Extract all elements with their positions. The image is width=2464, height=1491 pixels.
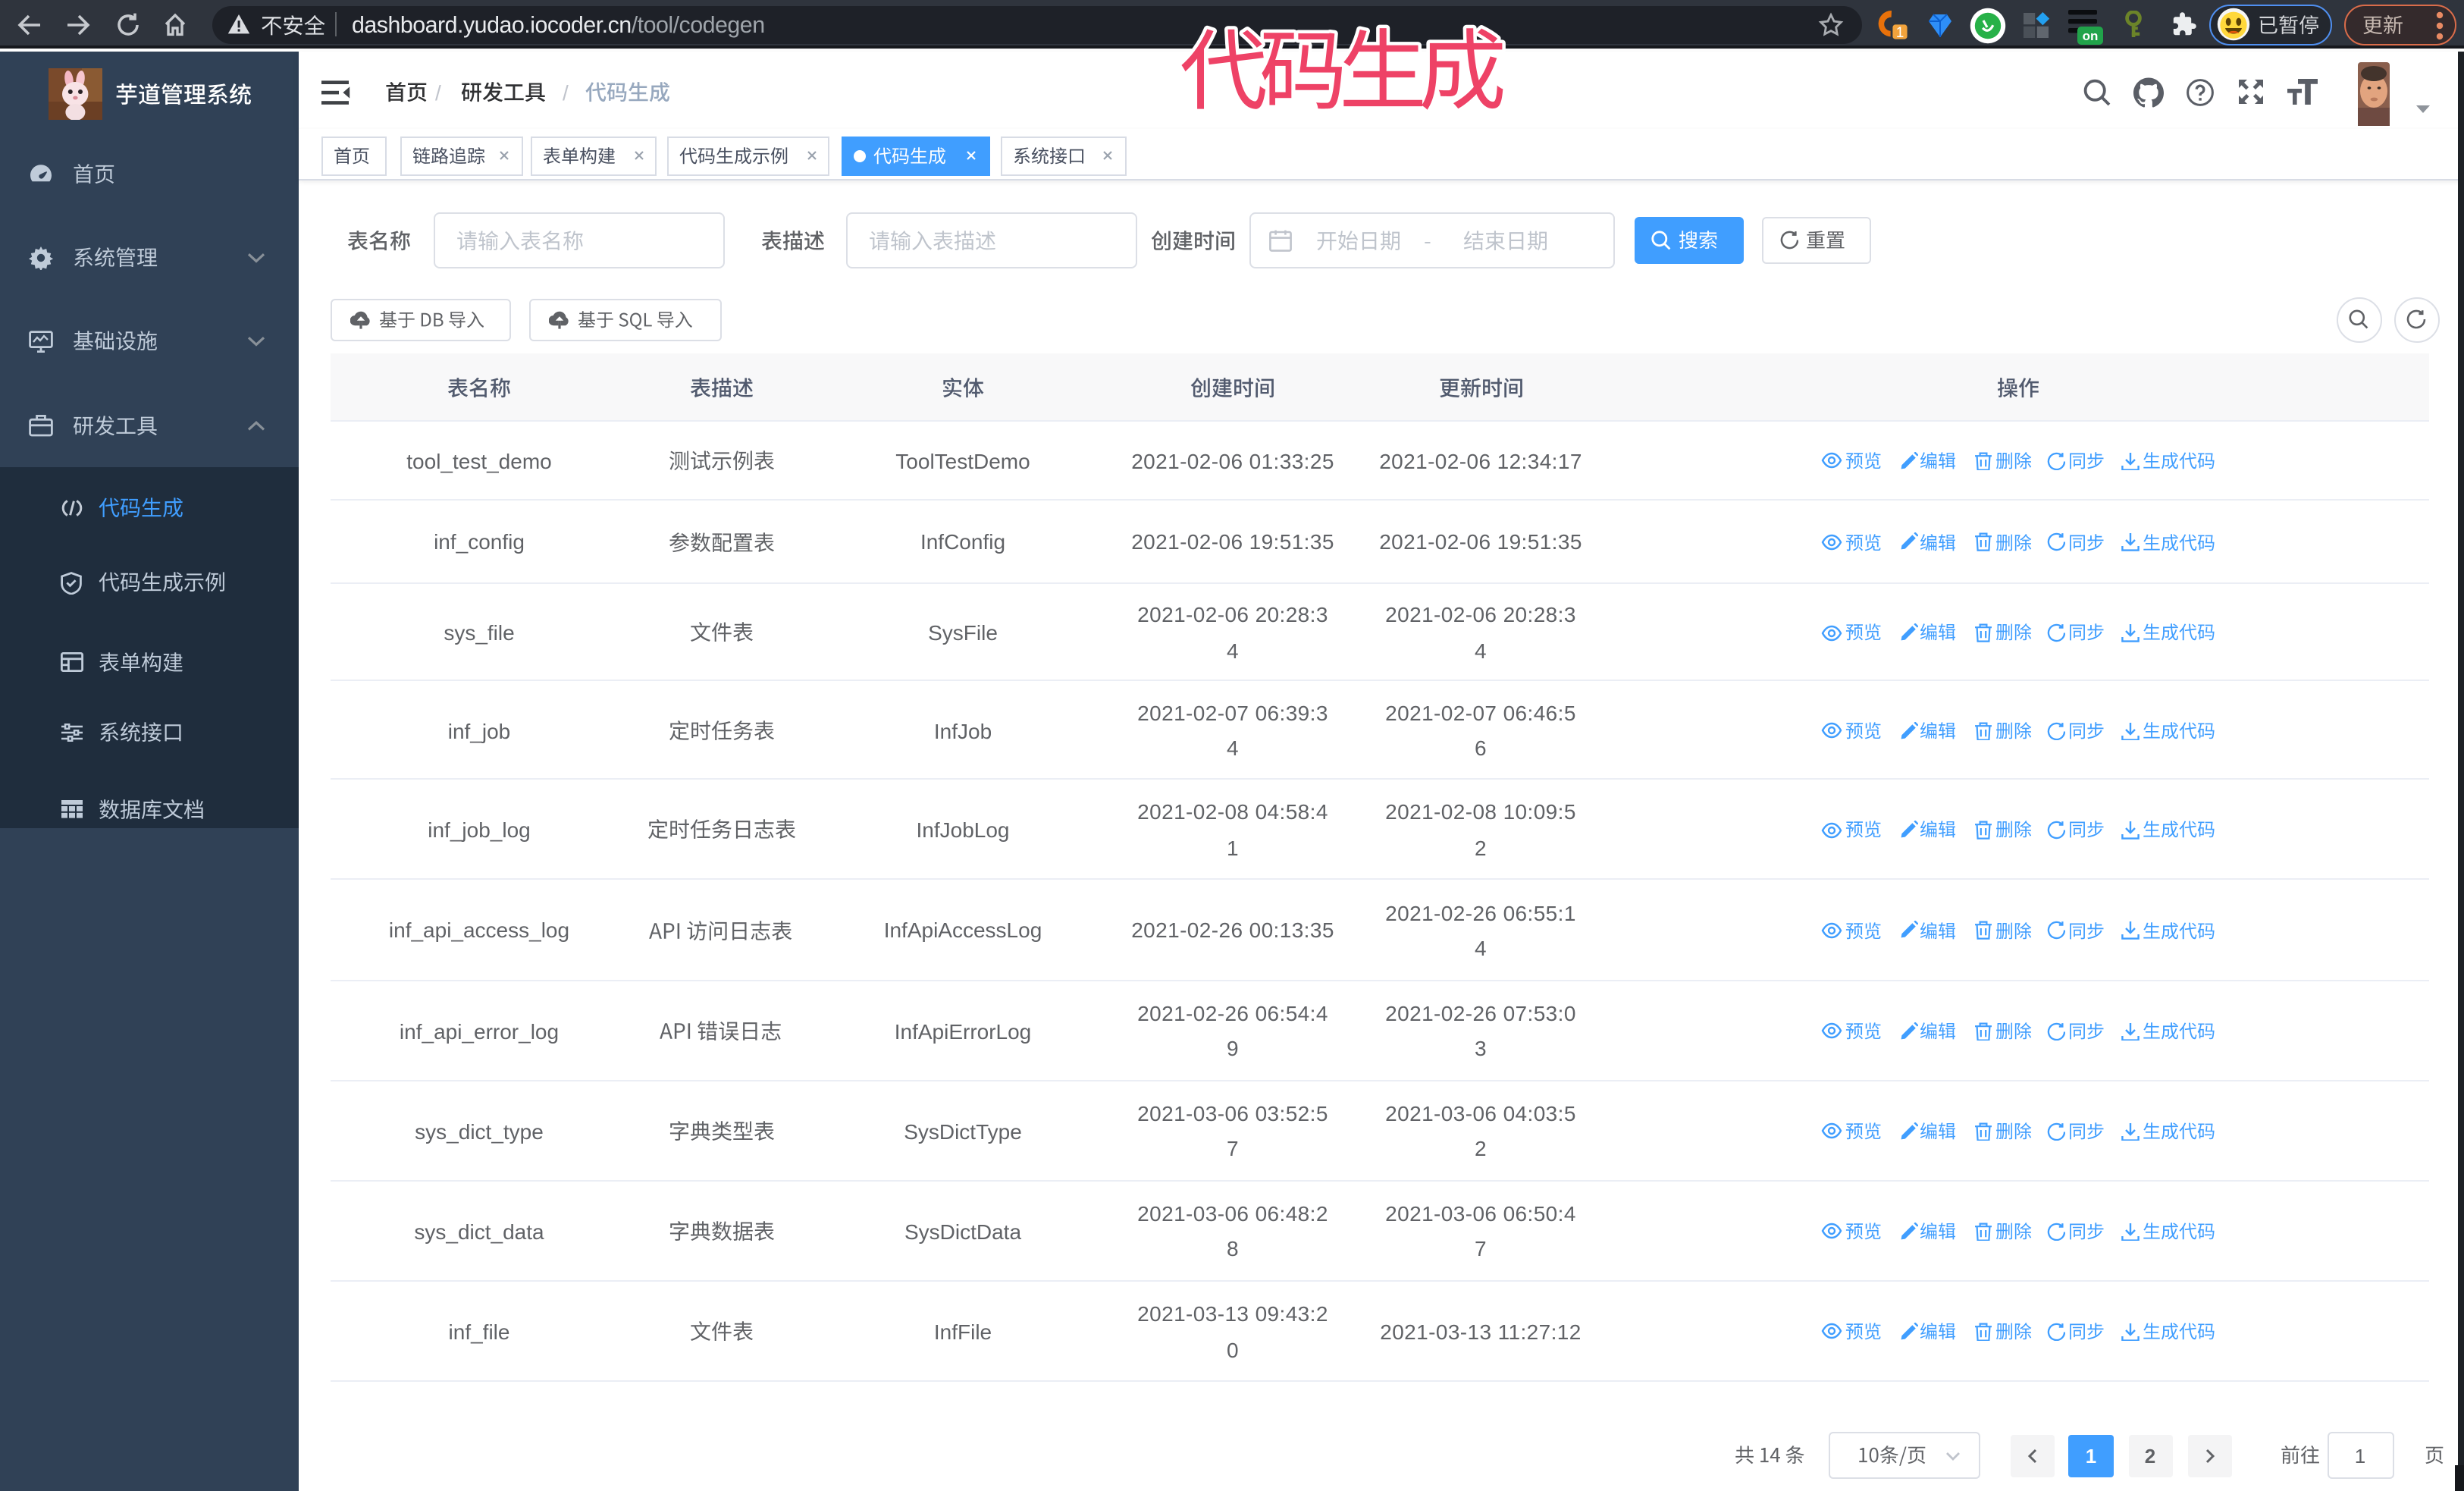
svg-text:1: 1 <box>1896 25 1904 41</box>
svg-text:on: on <box>2083 29 2099 43</box>
